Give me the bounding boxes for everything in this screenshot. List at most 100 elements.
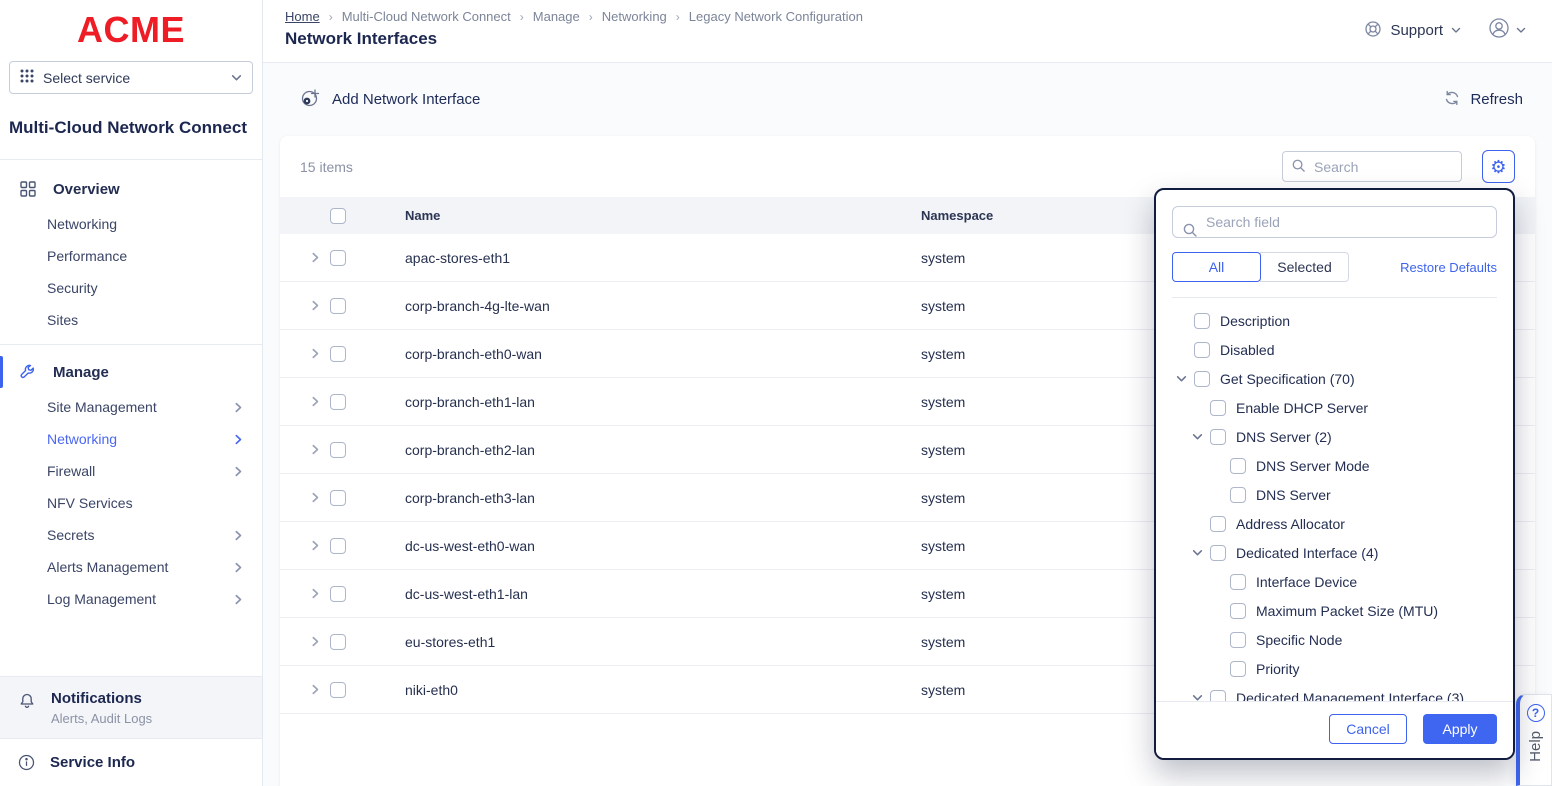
field-checkbox[interactable] [1230, 603, 1246, 619]
row-checkbox[interactable] [330, 490, 346, 506]
row-checkbox[interactable] [330, 538, 346, 554]
column-settings-button[interactable]: ⚙ [1482, 150, 1515, 183]
column-header-name[interactable]: Name [375, 208, 921, 223]
field-checkbox[interactable] [1230, 458, 1246, 474]
field-tree-item[interactable]: Get Specification (70) [1172, 364, 1497, 393]
breadcrumb-item[interactable]: Manage [533, 9, 580, 24]
row-checkbox[interactable] [330, 346, 346, 362]
field-tree-item[interactable]: Enable DHCP Server [1172, 393, 1497, 422]
row-expand-icon[interactable] [300, 348, 330, 359]
row-checkbox[interactable] [330, 250, 346, 266]
cell-name[interactable]: niki-eth0 [375, 682, 921, 698]
chevron-down-icon[interactable] [1176, 373, 1194, 384]
field-tree-item[interactable]: Priority [1172, 654, 1497, 683]
field-tree-item[interactable]: DNS Server Mode [1172, 451, 1497, 480]
sidebar-item-service-info[interactable]: Service Info [0, 738, 262, 786]
row-expand-icon[interactable] [300, 300, 330, 311]
sidebar-item-networking[interactable]: Networking [0, 423, 262, 455]
cell-name[interactable]: dc-us-west-eth0-wan [375, 538, 921, 554]
cell-name[interactable]: corp-branch-eth3-lan [375, 490, 921, 506]
row-expand-icon[interactable] [300, 636, 330, 647]
breadcrumb-separator: › [520, 10, 524, 24]
breadcrumb-item[interactable]: Multi-Cloud Network Connect [342, 9, 511, 24]
field-label: DNS Server Mode [1256, 458, 1370, 474]
field-checkbox[interactable] [1194, 313, 1210, 329]
sidebar-item-nfv-services[interactable]: NFV Services [0, 487, 262, 519]
field-tree-item[interactable]: Dedicated Management Interface (3) [1172, 683, 1497, 701]
breadcrumb-item[interactable]: Legacy Network Configuration [689, 9, 863, 24]
tab-selected[interactable]: Selected [1260, 252, 1349, 282]
row-expand-icon[interactable] [300, 396, 330, 407]
sidebar-item-notifications[interactable]: Notifications Alerts, Audit Logs [0, 676, 262, 738]
field-checkbox[interactable] [1230, 574, 1246, 590]
field-tree-item[interactable]: Interface Device [1172, 567, 1497, 596]
row-expand-icon[interactable] [300, 684, 330, 695]
field-checkbox[interactable] [1194, 342, 1210, 358]
sidebar-item-performance[interactable]: Performance [0, 240, 262, 272]
field-search-input[interactable] [1172, 206, 1497, 238]
sidebar-item-sites[interactable]: Sites [0, 304, 262, 336]
sidebar-item-alerts-management[interactable]: Alerts Management [0, 551, 262, 583]
row-expand-icon[interactable] [300, 444, 330, 455]
row-checkbox[interactable] [330, 586, 346, 602]
field-checkbox[interactable] [1230, 487, 1246, 503]
field-checkbox[interactable] [1210, 400, 1226, 416]
row-expand-icon[interactable] [300, 492, 330, 503]
chevron-down-icon[interactable] [1192, 431, 1210, 442]
field-checkbox[interactable] [1210, 429, 1226, 445]
row-expand-icon[interactable] [300, 540, 330, 551]
field-checkbox[interactable] [1194, 371, 1210, 387]
restore-defaults-link[interactable]: Restore Defaults [1400, 260, 1497, 275]
field-tree-item[interactable]: Address Allocator [1172, 509, 1497, 538]
sidebar-item-networking[interactable]: Networking [0, 208, 262, 240]
row-checkbox[interactable] [330, 394, 346, 410]
add-network-interface-button[interactable]: Add Network Interface [300, 88, 480, 112]
cell-name[interactable]: corp-branch-eth2-lan [375, 442, 921, 458]
sidebar-section-overview[interactable]: Overview [0, 170, 262, 208]
cell-name[interactable]: corp-branch-eth0-wan [375, 346, 921, 362]
breadcrumb-item[interactable]: Networking [602, 9, 667, 24]
field-tree-item[interactable]: Description [1172, 306, 1497, 335]
chevron-down-icon[interactable] [1192, 547, 1210, 558]
field-checkbox[interactable] [1210, 545, 1226, 561]
cell-name[interactable]: corp-branch-4g-lte-wan [375, 298, 921, 314]
refresh-button[interactable]: Refresh [1444, 90, 1523, 110]
table-search-input[interactable] [1282, 151, 1462, 182]
cancel-button[interactable]: Cancel [1329, 714, 1407, 744]
support-menu[interactable]: Support [1364, 20, 1461, 42]
sidebar-item-log-management[interactable]: Log Management [0, 583, 262, 615]
sidebar-item-secrets[interactable]: Secrets [0, 519, 262, 551]
service-selector[interactable]: Select service [9, 61, 253, 94]
chevron-down-icon[interactable] [1192, 692, 1210, 701]
field-tree-item[interactable]: Disabled [1172, 335, 1497, 364]
field-tree-item[interactable]: Specific Node [1172, 625, 1497, 654]
field-tree-item[interactable]: DNS Server (2) [1172, 422, 1497, 451]
row-checkbox[interactable] [330, 682, 346, 698]
breadcrumb-item[interactable]: Home [285, 9, 320, 24]
cell-name[interactable]: corp-branch-eth1-lan [375, 394, 921, 410]
sidebar-section-manage[interactable]: Manage [0, 353, 262, 391]
help-tab[interactable]: ? Help [1516, 694, 1552, 786]
sidebar-item-firewall[interactable]: Firewall [0, 455, 262, 487]
field-tree-item[interactable]: Dedicated Interface (4) [1172, 538, 1497, 567]
select-all-checkbox[interactable] [330, 208, 346, 224]
cell-name[interactable]: eu-stores-eth1 [375, 634, 921, 650]
row-checkbox[interactable] [330, 442, 346, 458]
field-tree-item[interactable]: DNS Server [1172, 480, 1497, 509]
field-checkbox[interactable] [1230, 632, 1246, 648]
field-tree-item[interactable]: Maximum Packet Size (MTU) [1172, 596, 1497, 625]
row-expand-icon[interactable] [300, 252, 330, 263]
apply-button[interactable]: Apply [1423, 714, 1497, 744]
sidebar-item-site-management[interactable]: Site Management [0, 391, 262, 423]
field-checkbox[interactable] [1230, 661, 1246, 677]
field-checkbox[interactable] [1210, 690, 1226, 702]
field-checkbox[interactable] [1210, 516, 1226, 532]
row-checkbox[interactable] [330, 298, 346, 314]
account-menu[interactable] [1487, 16, 1526, 45]
cell-name[interactable]: apac-stores-eth1 [375, 250, 921, 266]
row-expand-icon[interactable] [300, 588, 330, 599]
sidebar-item-security[interactable]: Security [0, 272, 262, 304]
tab-all[interactable]: All [1172, 252, 1261, 282]
row-checkbox[interactable] [330, 634, 346, 650]
cell-name[interactable]: dc-us-west-eth1-lan [375, 586, 921, 602]
